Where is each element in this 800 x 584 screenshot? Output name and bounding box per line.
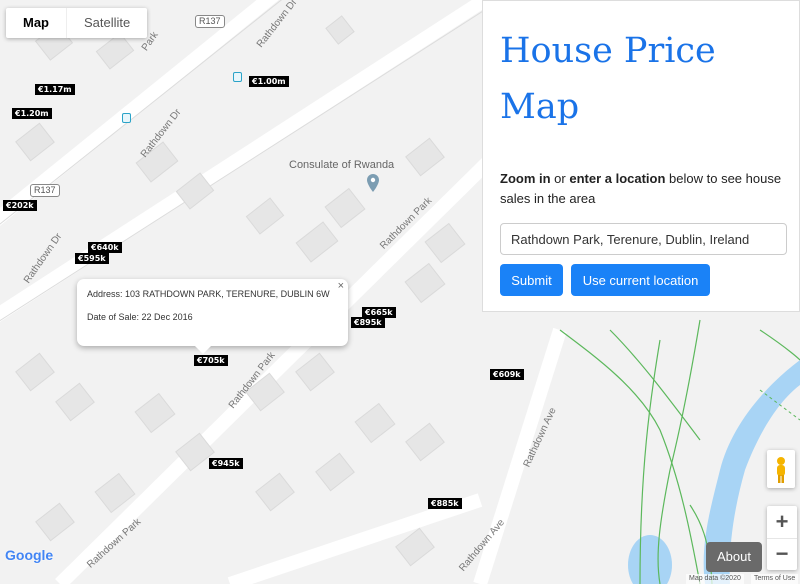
- location-input[interactable]: [500, 223, 787, 255]
- price-marker[interactable]: €895k: [351, 317, 385, 328]
- pegman-icon: [777, 457, 785, 483]
- info-date-label: Date of Sale:: [87, 312, 140, 322]
- page-title: House Price Map: [500, 23, 716, 135]
- map-data-attribution: Map data ©2020: [686, 574, 744, 584]
- zoom-in-button[interactable]: +: [767, 506, 797, 538]
- road-badge-r137: R137: [195, 15, 225, 28]
- price-marker[interactable]: €1.00m: [249, 76, 289, 87]
- price-marker[interactable]: €945k: [209, 458, 243, 469]
- submit-button[interactable]: Submit: [500, 264, 563, 296]
- intro-text: Zoom in or enter a location below to see…: [500, 169, 790, 209]
- street-view-pegman[interactable]: [767, 450, 795, 488]
- location-pin-icon[interactable]: [367, 174, 379, 192]
- zoom-control: + −: [767, 506, 797, 570]
- zoom-out-button[interactable]: −: [767, 538, 797, 571]
- map-type-map-button[interactable]: Map: [6, 8, 66, 38]
- poi-label: Consulate of Rwanda: [289, 159, 395, 171]
- info-address-label: Address:: [87, 289, 123, 299]
- intro-text-part: or: [550, 171, 570, 186]
- terms-of-use-link[interactable]: Terms of Use: [751, 574, 799, 584]
- price-marker[interactable]: €609k: [490, 369, 524, 380]
- intro-bold-location: enter a location: [569, 171, 666, 186]
- price-marker[interactable]: €885k: [428, 498, 462, 509]
- page-title-line1: House Price: [500, 31, 716, 71]
- info-window: × Address: 103 RATHDOWN PARK, TERENURE, …: [77, 279, 348, 354]
- intro-bold-zoom: Zoom in: [500, 171, 551, 186]
- bus-stop-icon: [233, 72, 242, 82]
- info-address-row: Address: 103 RATHDOWN PARK, TERENURE, DU…: [87, 289, 330, 299]
- map-type-satellite-button[interactable]: Satellite: [66, 8, 147, 38]
- info-date-row: Date of Sale: 22 Dec 2016: [87, 312, 193, 322]
- page-title-line2: Map: [500, 87, 580, 127]
- search-panel: House Price Map Zoom in or enter a locat…: [482, 0, 800, 312]
- price-marker[interactable]: €202k: [3, 200, 37, 211]
- price-marker[interactable]: €1.20m: [12, 108, 52, 119]
- price-marker[interactable]: €705k: [194, 355, 228, 366]
- price-marker[interactable]: €1.17m: [35, 84, 75, 95]
- info-address: 103 RATHDOWN PARK, TERENURE, DUBLIN 6W: [125, 289, 330, 299]
- map-type-control: Map Satellite: [6, 8, 148, 38]
- bus-stop-icon: [122, 113, 131, 123]
- price-marker[interactable]: €595k: [75, 253, 109, 264]
- price-marker[interactable]: €640k: [88, 242, 122, 253]
- about-button[interactable]: About: [706, 542, 762, 572]
- road-badge-r137: R137: [30, 184, 60, 197]
- close-icon[interactable]: ×: [338, 280, 344, 292]
- info-date: 22 Dec 2016: [141, 312, 193, 322]
- use-current-location-button[interactable]: Use current location: [571, 264, 710, 296]
- google-logo[interactable]: Google: [5, 547, 53, 563]
